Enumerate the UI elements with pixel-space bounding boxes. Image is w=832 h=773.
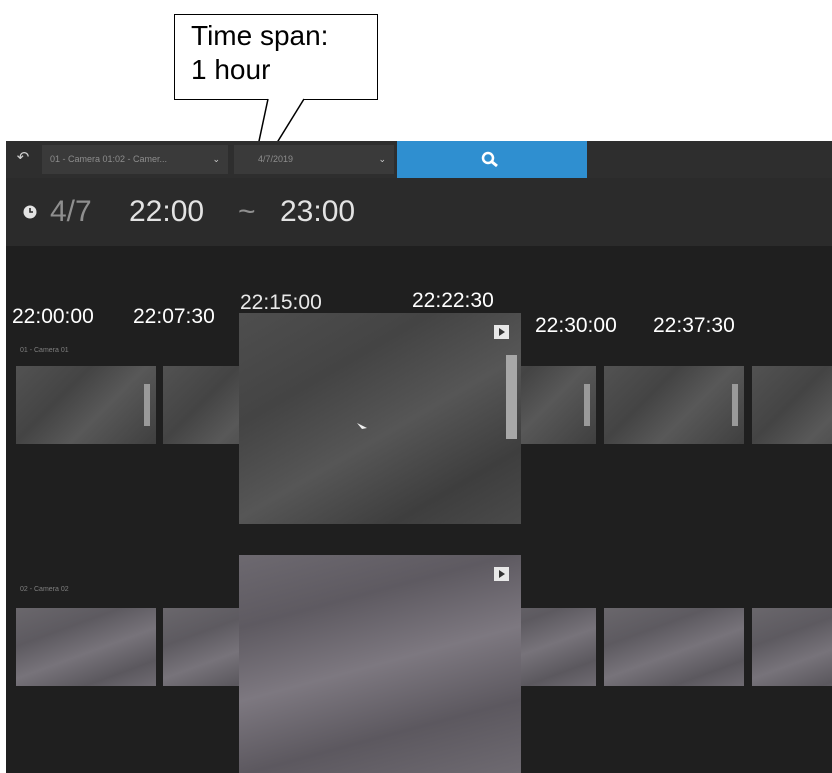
play-icon[interactable] xyxy=(494,567,509,581)
time-range-bar: 4/7 22:00 ~ 23:00 xyxy=(6,178,832,246)
row-label-camera-1: 01 - Camera 01 xyxy=(20,347,69,354)
thumbnail-camera-2[interactable] xyxy=(752,608,832,686)
timestamp-label: 22:30:00 xyxy=(535,314,617,337)
cursor-icon xyxy=(357,423,367,429)
toolbar: ↶ 01 - Camera 01:02 - Camer... ⌄ 4/7/201… xyxy=(6,141,832,178)
thumbnail-camera-1[interactable] xyxy=(604,366,744,444)
clock-icon xyxy=(23,205,37,219)
timestamp-label: 22:22:30 xyxy=(412,289,494,312)
thumbnail-scrollbar[interactable] xyxy=(144,384,150,426)
playback-app: ↶ 01 - Camera 01:02 - Camer... ⌄ 4/7/201… xyxy=(6,141,832,773)
time-range-date: 4/7 xyxy=(50,195,92,228)
preview-camera-2[interactable] xyxy=(239,555,521,773)
thumbnail-camera-1[interactable] xyxy=(16,366,156,444)
timestamp-label: 22:15:00 xyxy=(240,291,322,314)
timestamp-label: 22:37:30 xyxy=(653,314,735,337)
callout-line2: 1 hour xyxy=(191,54,271,85)
callout-line1: Time span: xyxy=(191,20,329,51)
preview-scrollbar[interactable] xyxy=(506,355,517,439)
time-range-end[interactable]: 23:00 xyxy=(280,195,355,229)
timestamp-label: 22:00:00 xyxy=(12,305,94,328)
camera-select-value: 01 - Camera 01:02 - Camer... xyxy=(50,154,168,164)
thumbnail-camera-2[interactable] xyxy=(604,608,744,686)
time-range-start[interactable]: 22:00 xyxy=(129,195,204,229)
timestamp-label: 22:07:30 xyxy=(133,305,215,328)
thumbnail-scrollbar[interactable] xyxy=(584,384,590,426)
date-select[interactable]: 4/7/2019 ⌄ xyxy=(234,145,394,174)
row-label-camera-2: 02 - Camera 02 xyxy=(20,586,69,593)
camera-select[interactable]: 01 - Camera 01:02 - Camer... ⌄ xyxy=(42,145,228,174)
chevron-down-icon: ⌄ xyxy=(212,154,220,164)
time-range-separator: ~ xyxy=(238,195,256,228)
search-icon xyxy=(481,151,498,168)
preview-camera-1[interactable] xyxy=(239,313,521,524)
back-icon[interactable]: ↶ xyxy=(14,149,32,167)
thumbnail-camera-2[interactable] xyxy=(16,608,156,686)
search-button[interactable] xyxy=(397,141,587,178)
date-select-value: 4/7/2019 xyxy=(258,154,294,164)
play-icon[interactable] xyxy=(494,325,509,339)
thumbnail-scrollbar[interactable] xyxy=(732,384,738,426)
chevron-down-icon: ⌄ xyxy=(378,154,386,164)
time-span-callout: Time span: 1 hour xyxy=(174,14,378,100)
thumbnail-camera-1[interactable] xyxy=(752,366,832,444)
